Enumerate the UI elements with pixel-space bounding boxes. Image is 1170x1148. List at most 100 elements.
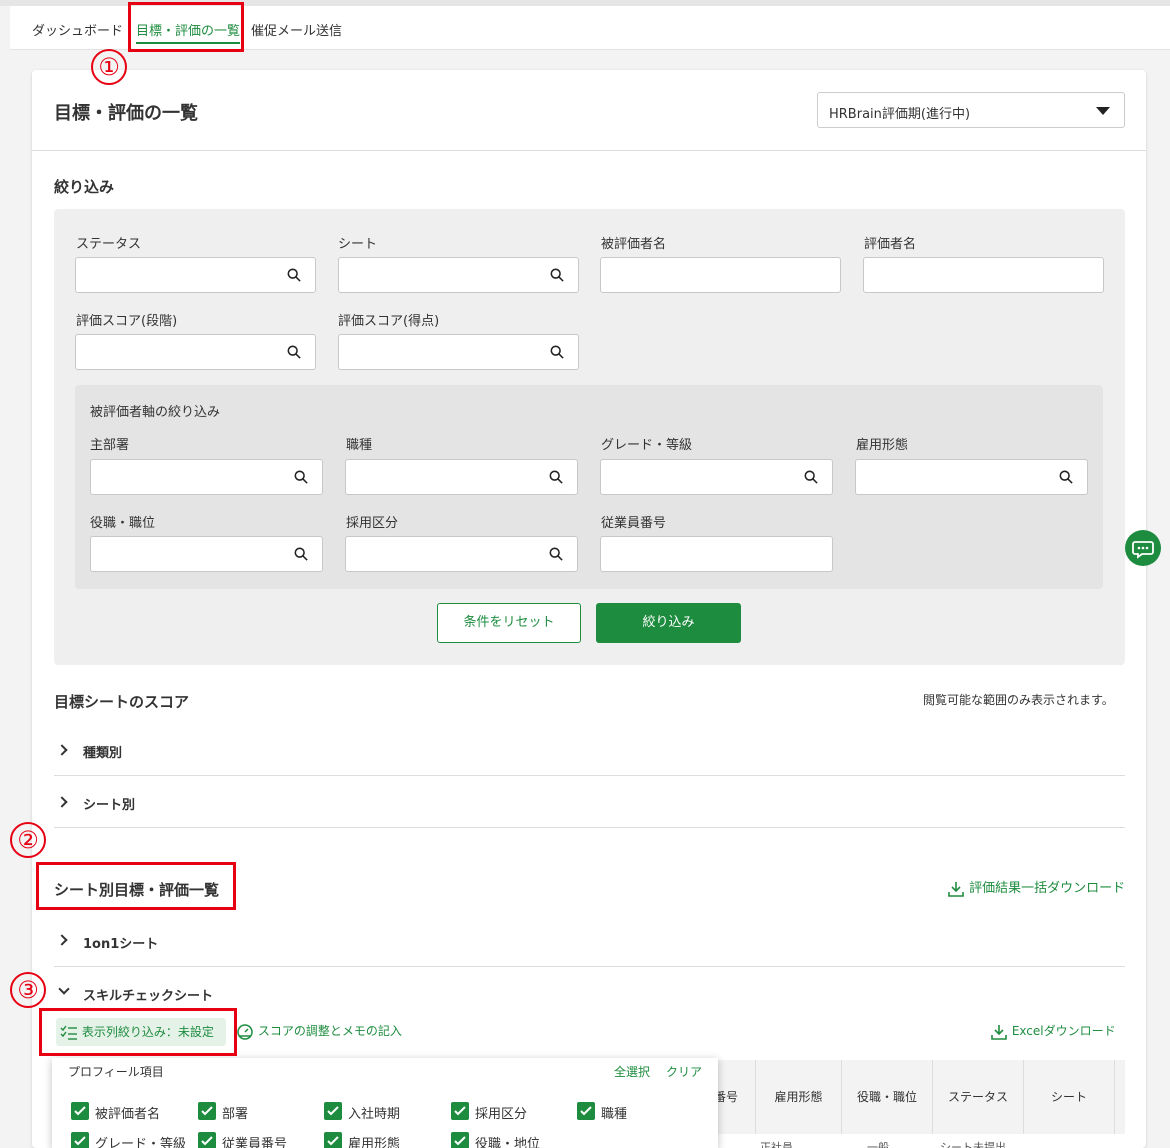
accordion-by-sheet[interactable]: シート別 [54,786,1125,828]
employment-type-label: 雇用形態 [856,438,909,453]
select-all-link[interactable]: 全選択 [614,1063,650,1080]
chat-button[interactable] [1125,530,1161,566]
checkbox-label: 入社時期 [348,1107,401,1122]
job-type-label: 職種 [346,438,373,453]
accordion-by-sheet-label: シート別 [83,798,136,813]
checkbox-hiring-category[interactable] [451,1102,469,1120]
score-section-heading: 目標シートのスコア [54,693,190,711]
table-header-overflow [1114,1060,1125,1134]
status-label: ステータス [76,237,142,252]
checkbox-employee-number[interactable] [198,1132,216,1148]
chat-icon [1132,541,1154,559]
checkbox-evaluatee-name[interactable] [71,1102,89,1120]
highlight-box-3 [39,1008,237,1056]
apply-filter-button[interactable]: 絞り込み [596,603,741,643]
table-header-employment-type: 雇用形態 [755,1060,841,1134]
table-header-status: ステータス [932,1060,1023,1134]
score-adjust-link[interactable]: スコアの調整とメモの記入 [236,1022,402,1041]
checkbox-label: 役職・地位 [475,1137,541,1148]
sheet-input[interactable] [338,257,579,293]
table-cell: 正社員 [760,1141,793,1148]
download-icon [948,881,964,897]
search-icon [287,268,301,282]
search-icon [1059,470,1073,484]
accordion-divider [54,966,1125,967]
table-cell: シート未提出 [940,1141,1006,1148]
nav-reminder-mail[interactable]: 催促メール送信 [251,20,342,39]
filter-heading: 絞り込み [54,178,115,196]
evaluatee-axis-heading: 被評価者軸の絞り込み [90,405,221,420]
checkbox-label: グレード・等級 [95,1137,187,1148]
chevron-down-icon [58,983,70,995]
search-icon [804,470,818,484]
grade-input[interactable] [600,459,833,495]
header-divider [32,150,1146,151]
hiring-category-label: 採用区分 [346,516,399,531]
search-icon [549,547,563,561]
period-select-value: HRBrain評価期(進行中) [829,107,971,122]
check-icon [454,1106,466,1116]
main-dept-input[interactable] [90,459,323,495]
position-label: 役職・職位 [90,516,156,531]
sheet-label: シート [338,237,378,252]
gauge-icon [237,1023,253,1040]
position-input[interactable] [90,536,323,572]
evaluator-name-input[interactable] [863,257,1104,293]
annotation-marker-1: ① [91,49,127,85]
checkbox-employment-type[interactable] [324,1132,342,1148]
job-type-input[interactable] [345,459,578,495]
score-level-input[interactable] [75,334,316,370]
checkbox-label: 被評価者名 [95,1107,161,1122]
score-points-label: 評価スコア(得点) [338,314,440,329]
checkbox-position[interactable] [451,1132,469,1148]
search-icon [550,268,564,282]
checkbox-department[interactable] [198,1102,216,1120]
score-adjust-label: スコアの調整とメモの記入 [257,1024,402,1038]
search-icon [294,547,308,561]
table-header-sheet: シート [1023,1060,1114,1134]
employee-number-input[interactable] [600,536,833,572]
profile-items-heading: プロフィール項目 [68,1065,164,1079]
accordion-1on1-sheet[interactable]: 1on1シート [54,924,1125,966]
chevron-right-icon [56,796,68,808]
download-icon [991,1024,1007,1040]
accordion-divider [54,775,1125,776]
employment-type-input[interactable] [855,459,1088,495]
checkbox-label: 採用区分 [475,1107,528,1122]
bulk-download-link[interactable]: 評価結果一括ダウンロード [947,877,1125,898]
hiring-category-input[interactable] [345,536,578,572]
checkbox-label: 従業員番号 [222,1137,288,1148]
table-header-position: 役職・職位 [841,1060,932,1134]
check-icon [327,1106,339,1116]
checkbox-grade[interactable] [71,1132,89,1148]
grade-label: グレード・等級 [601,438,693,453]
checkbox-label: 雇用形態 [348,1137,401,1148]
highlight-box-2 [36,862,236,910]
excel-download-link[interactable]: Excelダウンロード [990,1022,1116,1041]
evaluatee-name-input[interactable] [600,257,841,293]
checkbox-join-date[interactable] [324,1102,342,1120]
bulk-download-label: 評価結果一括ダウンロード [969,881,1126,896]
check-icon [201,1106,213,1116]
accordion-by-type[interactable]: 種類別 [54,734,1125,776]
main-dept-label: 主部署 [90,438,130,453]
highlight-box-1 [128,2,244,52]
nav-dashboard[interactable]: ダッシュボード [32,20,123,39]
chevron-right-icon [56,934,68,946]
score-section-note: 閲覧可能な範囲のみ表示されます。 [923,693,1114,707]
excel-download-label: Excelダウンロード [1011,1024,1116,1038]
table-cell: 一般 [867,1141,889,1148]
check-icon [74,1136,86,1146]
accordion-by-type-label: 種類別 [83,746,123,761]
checkbox-job-type[interactable] [577,1102,595,1120]
reset-conditions-button[interactable]: 条件をリセット [437,603,581,643]
period-select[interactable]: HRBrain評価期(進行中) [817,92,1125,128]
accordion-skill-check-label: スキルチェックシート [83,989,214,1004]
score-points-input[interactable] [338,334,579,370]
clear-link[interactable]: クリア [666,1063,702,1080]
status-input[interactable] [75,257,316,293]
annotation-marker-2: ② [10,822,46,858]
chevron-right-icon [56,744,68,756]
page-title: 目標・評価の一覧 [54,103,198,124]
annotation-marker-3: ③ [10,972,46,1008]
